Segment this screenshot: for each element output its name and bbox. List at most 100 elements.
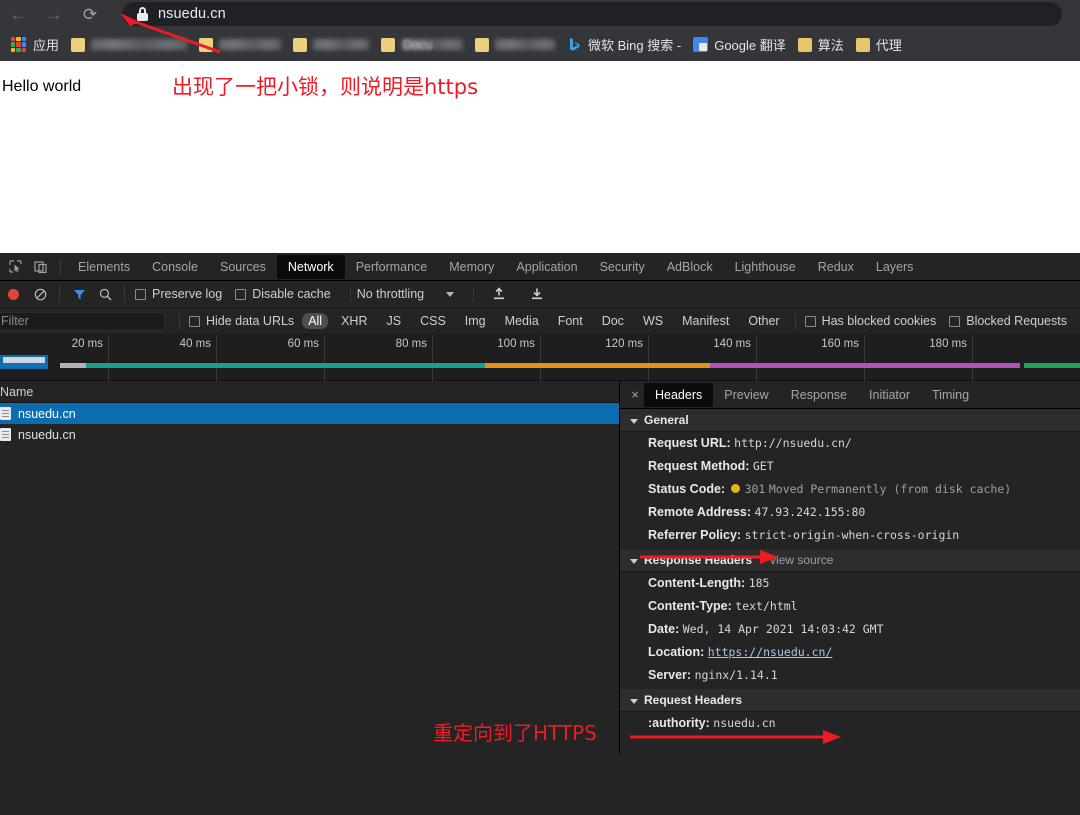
bookmark-label: 算法: [818, 35, 844, 54]
network-filter-bar: Filter Hide data URLs All XHR JS CSS Img Medi…: [0, 308, 1080, 335]
timeline-tick-label: 120 ms: [605, 338, 648, 350]
devtools-tab-layers[interactable]: Layers: [865, 255, 925, 279]
throttling-dropdown[interactable]: No throttling: [357, 287, 454, 301]
resource-filter-xhr[interactable]: XHR: [335, 313, 373, 329]
bookmark-item-blurred-3[interactable]: [287, 32, 375, 57]
bookmark-item-Google 翻译[interactable]: Google 翻译: [687, 32, 792, 57]
devtools-tab-adblock[interactable]: AdBlock: [656, 255, 724, 279]
lock-icon[interactable]: [136, 7, 149, 21]
hide-data-urls-checkbox[interactable]: Hide data URLs: [189, 314, 294, 328]
bookmark-item-Docu[interactable]: Docu: [375, 32, 469, 57]
table-row[interactable]: nsuedu.cn: [0, 424, 619, 445]
folder-icon: [475, 38, 489, 52]
export-har-icon[interactable]: [524, 281, 550, 307]
header-value: 47.93.242.155:80: [755, 505, 866, 519]
detail-tab-headers[interactable]: Headers: [644, 383, 713, 407]
header-row: Remote Address: 47.93.242.155:80: [620, 501, 1080, 524]
detail-tab-timing[interactable]: Timing: [921, 383, 980, 407]
forward-icon[interactable]: →: [36, 0, 72, 28]
import-har-icon[interactable]: [486, 281, 512, 307]
annotation-text-lock: 出现了一把小锁，则说明是https: [172, 71, 478, 101]
reload-icon[interactable]: ⟳: [72, 0, 108, 28]
resource-filter-other[interactable]: Other: [742, 313, 785, 329]
record-icon[interactable]: [8, 289, 19, 300]
timeline-tick-label: 100 ms: [497, 338, 540, 350]
toggle-device-toolbar-icon[interactable]: [28, 254, 54, 280]
resource-filter-img[interactable]: Img: [459, 313, 492, 329]
detail-tab-preview[interactable]: Preview: [713, 383, 779, 407]
resource-filter-media[interactable]: Media: [499, 313, 545, 329]
bookmark-item-blurred-5[interactable]: [469, 32, 561, 57]
toolbar-divider-3: [124, 286, 125, 302]
devtools-tab-application[interactable]: Application: [505, 255, 588, 279]
filter-icon[interactable]: [66, 281, 92, 307]
header-value: http://nsuedu.cn/: [734, 436, 852, 450]
resource-filter-ws[interactable]: WS: [637, 313, 669, 329]
detail-tab-initiator[interactable]: Initiator: [858, 383, 921, 407]
view-source-link[interactable]: view source: [770, 553, 833, 567]
section-label: Response Headers: [644, 553, 752, 567]
devtools-tab-sources[interactable]: Sources: [209, 255, 277, 279]
preserve-log-label: Preserve log: [152, 287, 222, 301]
bookmark-label-blurred: [219, 39, 281, 50]
address-bar[interactable]: nsuedu.cn: [122, 2, 1062, 26]
devtools-tab-elements[interactable]: Elements: [67, 255, 141, 279]
bookmark-label-blurred: [313, 39, 369, 50]
header-value: 301: [745, 482, 766, 496]
devtools-tab-network[interactable]: Network: [277, 255, 345, 279]
requests-column-header[interactable]: Name: [0, 381, 619, 403]
header-name: Content-Length:: [648, 576, 745, 590]
folder-icon: [856, 38, 870, 52]
filterbar-divider-2: [795, 314, 796, 329]
table-row[interactable]: nsuedu.cn: [0, 403, 619, 424]
devtools-tab-lighthouse[interactable]: Lighthouse: [724, 255, 807, 279]
search-icon[interactable]: [92, 281, 118, 307]
detail-tab-response[interactable]: Response: [780, 383, 858, 407]
resource-filter-manifest[interactable]: Manifest: [676, 313, 735, 329]
resource-filter-font[interactable]: Font: [552, 313, 589, 329]
resource-filter-doc[interactable]: Doc: [596, 313, 630, 329]
preserve-log-checkbox[interactable]: Preserve log: [135, 287, 222, 301]
header-row: Status Code: 301 Moved Permanently (from…: [620, 478, 1080, 501]
toolbar-divider: [60, 259, 61, 275]
has-blocked-cookies-checkbox[interactable]: Has blocked cookies: [805, 314, 937, 328]
bookmark-item-blurred-1[interactable]: [65, 32, 193, 57]
network-overview-timeline[interactable]: 20 ms40 ms60 ms80 ms100 ms120 ms140 ms16…: [0, 335, 1080, 381]
bookmark-item-算法[interactable]: 算法: [792, 32, 850, 57]
bookmark-item-blurred-2[interactable]: [193, 32, 287, 57]
timeline-tick-label: 80 ms: [396, 338, 432, 350]
devtools-tab-memory[interactable]: Memory: [438, 255, 505, 279]
resource-filter-js[interactable]: JS: [381, 313, 408, 329]
bookmark-label: 微软 Bing 搜索 -: [588, 35, 681, 54]
headers-section-title[interactable]: General: [620, 409, 1080, 432]
clear-icon[interactable]: [27, 281, 53, 307]
google-translate-icon: [693, 37, 708, 52]
bookmark-item-代理[interactable]: 代理: [850, 32, 908, 57]
headers-section-title[interactable]: Request Headers: [620, 689, 1080, 712]
devtools-tab-console[interactable]: Console: [141, 255, 209, 279]
filter-input[interactable]: Filter: [0, 312, 165, 331]
header-value: Wed, 14 Apr 2021 14:03:42 GMT: [683, 622, 884, 636]
devtools-tab-performance[interactable]: Performance: [345, 255, 439, 279]
bookmark-label: Google 翻译: [714, 35, 786, 54]
headers-section-title[interactable]: Response Headers view source: [620, 549, 1080, 572]
detail-tabbar: × HeadersPreviewResponseInitiatorTiming: [620, 381, 1080, 409]
blocked-requests-checkbox[interactable]: Blocked Requests: [949, 314, 1067, 328]
bookmark-item-微软 Bing 搜索 -[interactable]: 微软 Bing 搜索 -: [561, 32, 687, 57]
back-icon[interactable]: ←: [0, 0, 36, 28]
section-label: Request Headers: [644, 693, 742, 707]
inspect-element-icon[interactable]: [2, 254, 28, 280]
timeline-gridline: [648, 335, 649, 381]
resource-filter-all[interactable]: All: [302, 313, 328, 329]
resource-filter-css[interactable]: CSS: [414, 313, 452, 329]
close-icon[interactable]: ×: [626, 387, 644, 402]
section-gap: [620, 735, 1080, 737]
devtools-tab-redux[interactable]: Redux: [807, 255, 865, 279]
header-value[interactable]: https://nsuedu.cn/: [708, 645, 833, 659]
bookmark-item-应用[interactable]: 应用: [5, 32, 65, 57]
header-row: Request Method: GET: [620, 455, 1080, 478]
devtools-tab-security[interactable]: Security: [589, 255, 656, 279]
disable-cache-checkbox[interactable]: Disable cache: [235, 287, 331, 301]
blocked-requests-label: Blocked Requests: [966, 314, 1067, 328]
header-row: Server: nginx/1.14.1: [620, 664, 1080, 687]
